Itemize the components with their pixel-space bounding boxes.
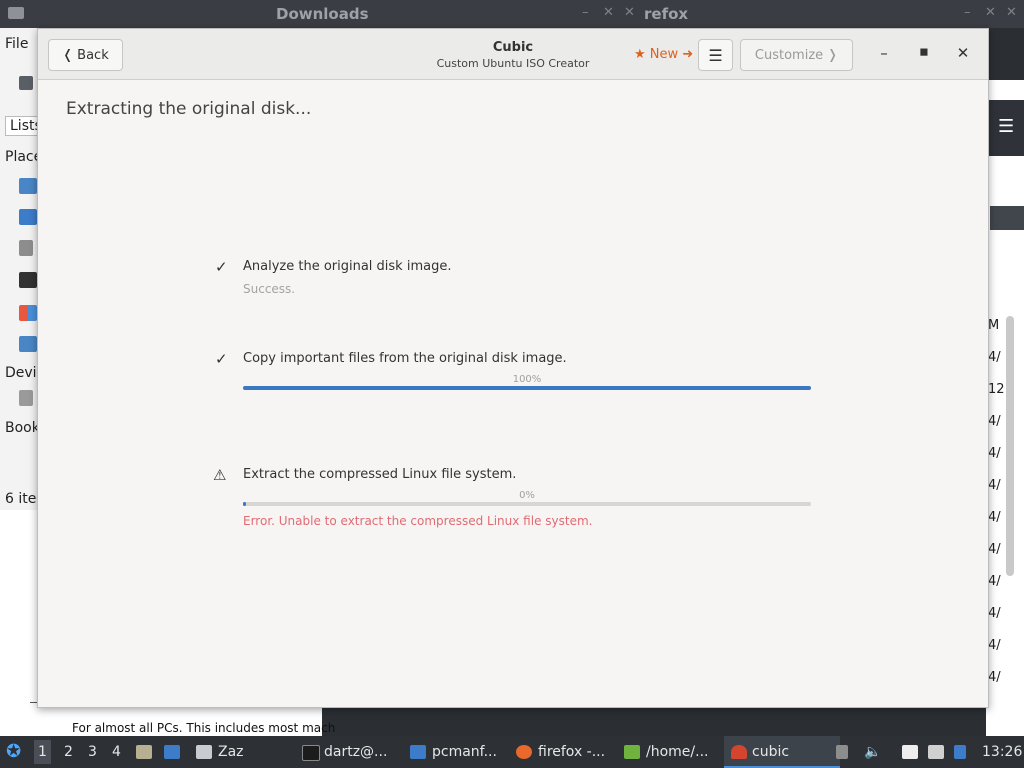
back-label: Back: [77, 47, 109, 63]
progress-fill: [243, 386, 811, 390]
taskbar-item-zaz[interactable]: Zaz: [218, 744, 244, 760]
bookmarks-label: Book: [5, 420, 40, 436]
close-icon[interactable]: ✕: [953, 44, 973, 62]
background-firefox-edge: ☰ M 4/ 12 4/ 4/ 4/ 4/ 4/ 4/ 4/ 4/ 4/: [986, 80, 1024, 736]
webpage-line: For almost all PCs. This includes most m…: [72, 721, 336, 735]
background-titlebar: Downloads – ✕ ✕ refox – ✕ ✕: [0, 0, 1024, 28]
start-menu-icon[interactable]: ✪: [6, 741, 21, 762]
date-cell: 4/: [988, 638, 1001, 653]
terminal-icon: [302, 745, 320, 761]
step-extract-label: Extract the compressed Linux file system…: [243, 467, 517, 482]
progress-bar: [243, 502, 811, 506]
column-header: M: [988, 318, 1000, 333]
close-icon[interactable]: ✕: [1006, 5, 1017, 20]
date-cell: 12: [988, 382, 1005, 397]
step-analyze-label: Analyze the original disk image.: [243, 259, 452, 274]
error-message: Error. Unable to extract the compressed …: [243, 514, 593, 528]
app-title: Cubic: [492, 40, 534, 55]
taskbar-item-home[interactable]: /home/...: [646, 744, 708, 760]
step-analyze-status: Success.: [243, 282, 296, 296]
new-project-link[interactable]: ★ New ➜: [634, 47, 693, 62]
progress-bar: [243, 386, 811, 390]
minimize-icon[interactable]: –: [874, 44, 894, 62]
clipboard-icon[interactable]: [902, 745, 918, 759]
trash-icon[interactable]: [19, 240, 33, 256]
display-icon[interactable]: [928, 745, 944, 759]
date-cell: 4/: [988, 414, 1001, 429]
desktop-launcher-icon[interactable]: [164, 745, 180, 759]
home-folder-icon[interactable]: [19, 178, 37, 194]
scrollbar[interactable]: [1006, 316, 1014, 576]
taskbar-item-cubic[interactable]: cubic: [752, 744, 789, 760]
customize-label: Customize: [754, 47, 824, 63]
tab-strip: [990, 206, 1024, 230]
back-button[interactable]: ❬ Back: [48, 39, 123, 71]
minimize-icon[interactable]: –: [964, 5, 971, 20]
warning-icon: ⚠: [213, 466, 227, 484]
page-title: Extracting the original disk...: [66, 99, 312, 119]
date-cell: 4/: [988, 446, 1001, 461]
editor-icon: [624, 745, 640, 759]
workspace-4[interactable]: 4: [112, 744, 121, 760]
background-window-title-firefox: refox: [644, 5, 689, 23]
file-menu[interactable]: File: [5, 36, 28, 52]
customize-button[interactable]: Customize ❭: [740, 39, 853, 71]
date-cell: 4/: [988, 478, 1001, 493]
maximize-icon[interactable]: ✕: [603, 5, 614, 20]
progress-percent: 0%: [519, 490, 535, 501]
minimize-icon[interactable]: –: [582, 5, 589, 20]
firefox-menu-area: ☰: [986, 100, 1024, 156]
app-subtitle: Custom Ubuntu ISO Creator: [436, 57, 590, 70]
workspace-1[interactable]: 1: [34, 740, 51, 764]
maximize-icon[interactable]: ✕: [985, 5, 996, 20]
computer-icon[interactable]: [19, 272, 37, 288]
progress-fill: [243, 502, 246, 506]
date-cell: 4/: [988, 542, 1001, 557]
new-tab-icon[interactable]: [19, 76, 33, 90]
date-cell: 4/: [988, 510, 1001, 525]
background-window-title-downloads: Downloads: [276, 5, 369, 23]
workspace-2[interactable]: 2: [64, 744, 73, 760]
progress-percent: 100%: [512, 374, 542, 385]
devices-label: Devi: [5, 365, 37, 381]
file-manager-launcher-icon[interactable]: [136, 745, 152, 759]
applications-icon[interactable]: [19, 305, 37, 321]
chevron-right-icon: ❭: [827, 47, 839, 63]
date-cell: 4/: [988, 606, 1001, 621]
hamburger-menu-icon[interactable]: ☰: [998, 116, 1014, 137]
check-icon: ✓: [215, 350, 228, 368]
file-manager-window: File Lists Place Devi Book 6 ite: [0, 28, 47, 510]
drive-icon[interactable]: [19, 390, 33, 406]
chevron-left-icon: ❬: [62, 47, 74, 63]
workspace-3[interactable]: 3: [88, 744, 97, 760]
step-copy-label: Copy important files from the original d…: [243, 351, 567, 366]
taskbar-item-pcmanfm[interactable]: pcmanf...: [432, 744, 497, 760]
close-icon[interactable]: ✕: [624, 5, 635, 20]
trash-tray-icon[interactable]: [836, 745, 848, 759]
desktop-folder-icon[interactable]: [19, 209, 37, 225]
folder-icon: [8, 7, 24, 19]
firefox-icon: [516, 745, 532, 759]
date-cell: 4/: [988, 670, 1001, 685]
folder-icon: [410, 745, 426, 759]
taskbar-item-terminal[interactable]: dartz@...: [324, 744, 387, 760]
recent-folder-icon[interactable]: [19, 336, 37, 352]
taskbar: ✪ 1 2 3 4 Zaz dartz@... pcmanf... firefo…: [0, 736, 1024, 768]
window-icon: [196, 745, 212, 759]
check-icon: ✓: [215, 258, 228, 276]
maximize-icon[interactable]: ◼: [914, 45, 934, 58]
taskbar-item-firefox[interactable]: firefox -...: [538, 744, 605, 760]
volume-icon[interactable]: 🔈: [864, 744, 881, 760]
menu-button[interactable]: ☰: [698, 39, 733, 71]
date-cell: 4/: [988, 574, 1001, 589]
date-cell: 4/: [988, 350, 1001, 365]
hamburger-menu-icon: ☰: [708, 45, 723, 65]
cubic-icon: [731, 745, 747, 759]
cubic-window: ❬ Back Cubic Custom Ubuntu ISO Creator ★…: [37, 28, 989, 708]
clock: 13:26: [982, 744, 1023, 760]
header-bar: ❬ Back Cubic Custom Ubuntu ISO Creator ★…: [38, 29, 988, 80]
network-icon[interactable]: [954, 745, 966, 759]
status-bar-text: 6 ite: [5, 491, 37, 507]
